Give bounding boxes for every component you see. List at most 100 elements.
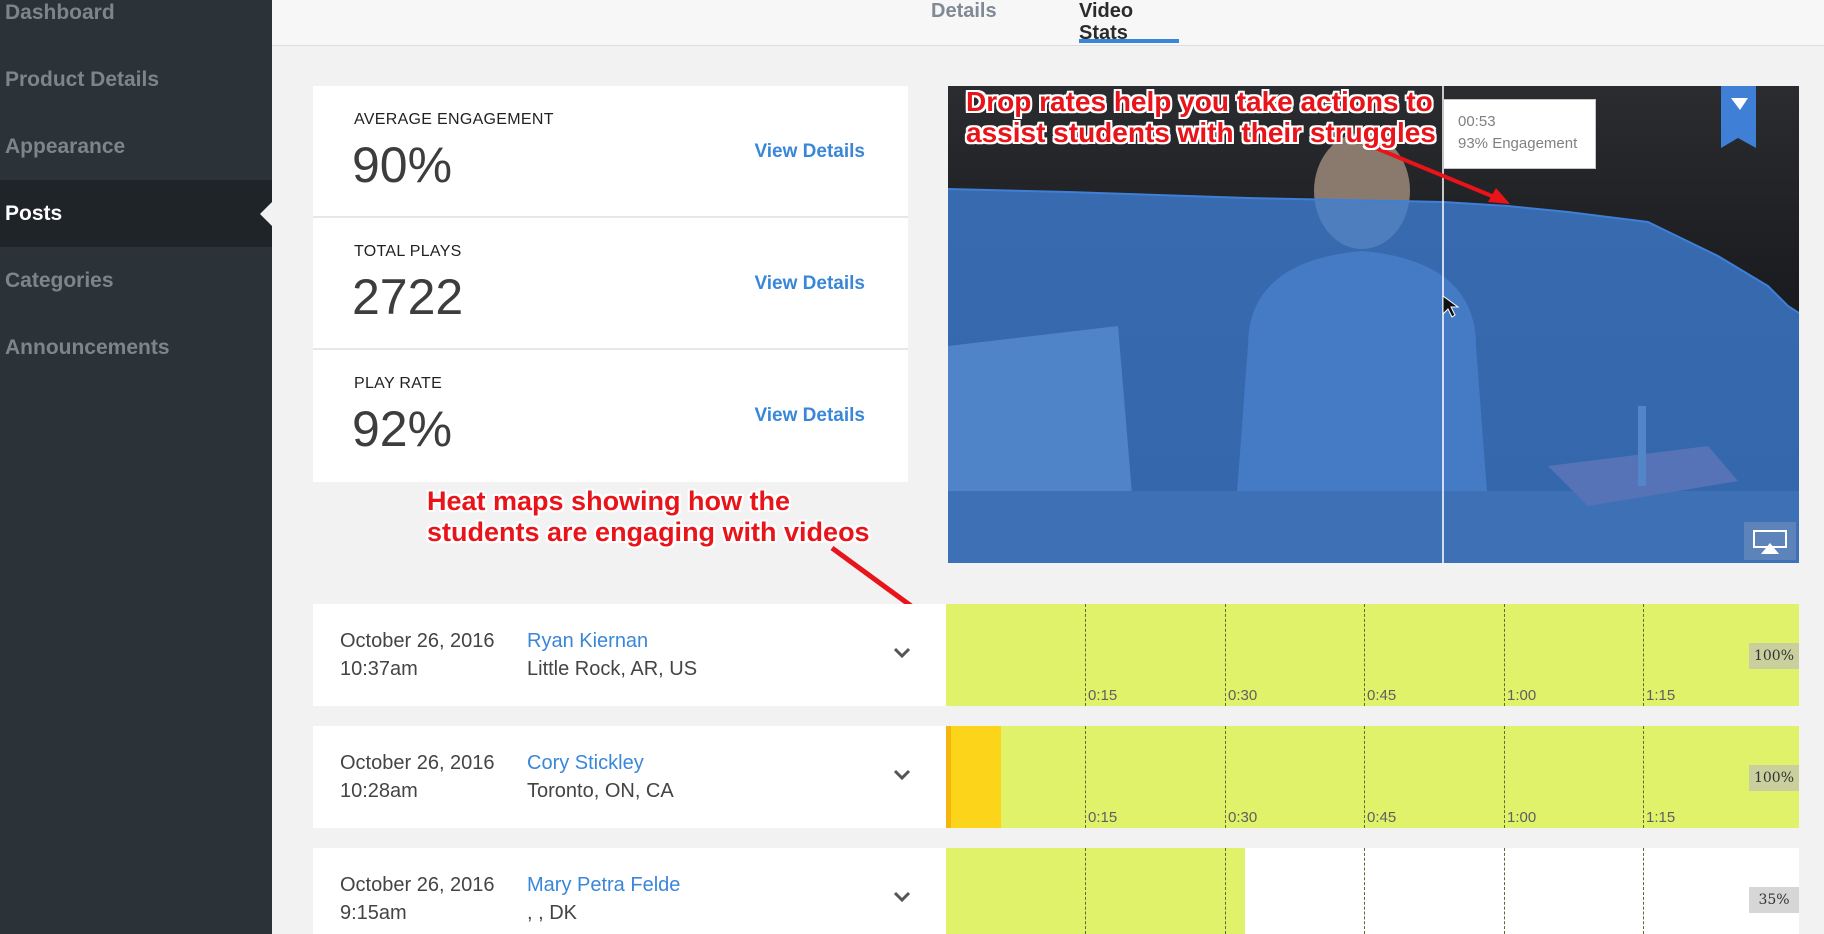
session-datetime: October 26, 2016 10:37am bbox=[340, 627, 495, 683]
heat-maps-line2: students are engaging with videos bbox=[427, 517, 870, 547]
view-details-link[interactable]: View Details bbox=[754, 141, 865, 163]
heatmap-tick-label: 0:30 bbox=[1228, 809, 1258, 826]
chevron-down-icon[interactable] bbox=[891, 886, 913, 908]
sidebar-item-categories[interactable]: Categories bbox=[0, 247, 272, 314]
session-date: October 26, 2016 bbox=[340, 630, 495, 652]
viewer-location: Toronto, ON, CA bbox=[527, 780, 674, 802]
drop-rates-annotation: Drop rates help you take actions to assi… bbox=[966, 86, 1436, 148]
drop-rates-line2: assist students with their struggles bbox=[966, 117, 1436, 148]
session-time: 9:15am bbox=[340, 902, 407, 924]
active-indicator-caret bbox=[260, 202, 272, 226]
heatmap-tick-line bbox=[1504, 604, 1505, 706]
heatmap-bar: 0:15 0:30 0:45 1:00 1:15 100% bbox=[946, 604, 1799, 706]
stat-total-plays: TOTAL PLAYS 2722 View Details bbox=[313, 218, 908, 350]
heatmap-tick-line bbox=[1643, 848, 1644, 934]
sidebar-item-label: Dashboard bbox=[5, 0, 115, 24]
stat-value: 2722 bbox=[352, 269, 464, 325]
view-details-link[interactable]: View Details bbox=[754, 273, 865, 295]
viewer-name-link[interactable]: Ryan Kiernan bbox=[527, 627, 648, 655]
heatmap-bar: 35% bbox=[946, 848, 1799, 934]
heatmap-tick-label: 1:15 bbox=[1646, 809, 1676, 826]
heatmap-tick-label: 1:00 bbox=[1507, 687, 1537, 704]
stat-label: AVERAGE ENGAGEMENT bbox=[354, 111, 554, 128]
session-row[interactable]: October 26, 2016 10:28am Cory Stickley T… bbox=[313, 726, 1799, 828]
session-row[interactable]: October 26, 2016 10:37am Ryan Kiernan Li… bbox=[313, 604, 1799, 706]
sidebar-item-label: Categories bbox=[5, 268, 114, 292]
sidebar-item-posts[interactable]: Posts bbox=[0, 180, 272, 247]
heatmap-tick-label: 0:45 bbox=[1367, 809, 1397, 826]
heatmap-bar: 0:15 0:30 0:45 1:00 1:15 100% bbox=[946, 726, 1799, 828]
heatmap-tick-line bbox=[1504, 726, 1505, 828]
heatmap-rewatch-peak bbox=[946, 726, 951, 828]
heatmap-tick-label: 0:15 bbox=[1088, 809, 1118, 826]
sidebar-item-label: Announcements bbox=[5, 335, 170, 359]
heatmap-tick-label: 0:30 bbox=[1228, 687, 1258, 704]
engagement-graph bbox=[948, 86, 1799, 563]
tab-video-stats-label: Video Stats bbox=[1079, 0, 1134, 44]
heatmap-tick-line bbox=[1643, 604, 1644, 706]
heat-maps-line1: Heat maps showing how the bbox=[427, 486, 791, 516]
sidebar-item-product-details[interactable]: Product Details bbox=[0, 46, 272, 113]
heatmap-tick-line bbox=[1364, 726, 1365, 828]
session-date: October 26, 2016 bbox=[340, 874, 495, 896]
session-datetime: October 26, 2016 10:28am bbox=[340, 749, 495, 805]
completion-percent-badge: 100% bbox=[1749, 643, 1799, 669]
tab-details[interactable]: Details bbox=[931, 0, 997, 45]
video-player[interactable]: 00:53 93% Engagement Drop rates help you… bbox=[948, 86, 1799, 563]
heatmap-tick-line bbox=[1225, 726, 1226, 828]
tab-details-label: Details bbox=[931, 0, 997, 22]
drop-rates-line1: Drop rates help you take actions to bbox=[966, 86, 1433, 117]
tab-video-stats[interactable]: Video Stats bbox=[1079, 0, 1179, 45]
completion-percent-badge: 35% bbox=[1749, 887, 1799, 913]
sidebar-item-label: Product Details bbox=[5, 67, 160, 91]
completion-percent-badge: 100% bbox=[1749, 765, 1799, 791]
session-time: 10:28am bbox=[340, 780, 418, 802]
stat-label: TOTAL PLAYS bbox=[354, 243, 462, 260]
heatmap-tick-label: 1:15 bbox=[1646, 687, 1676, 704]
session-date: October 26, 2016 bbox=[340, 752, 495, 774]
stat-value: 92% bbox=[352, 401, 453, 457]
heatmap-tick-line bbox=[1225, 604, 1226, 706]
sidebar-item-appearance[interactable]: Appearance bbox=[0, 113, 272, 180]
chevron-down-icon[interactable] bbox=[891, 642, 913, 664]
sidebar-item-dashboard[interactable]: Dashboard bbox=[0, 0, 272, 46]
sidebar-item-label: Posts bbox=[5, 201, 63, 225]
tooltip-time: 00:53 bbox=[1458, 113, 1496, 130]
viewer-name-link[interactable]: Cory Stickley bbox=[527, 749, 644, 777]
heatmap-fill bbox=[946, 848, 1245, 934]
viewer-location: Little Rock, AR, US bbox=[527, 658, 698, 680]
stat-label: PLAY RATE bbox=[354, 375, 443, 392]
heatmap-tick-line bbox=[1504, 848, 1505, 934]
heat-maps-annotation: Heat maps showing how the students are e… bbox=[427, 486, 870, 548]
session-time: 10:37am bbox=[340, 658, 418, 680]
heatmap-tick-line bbox=[1643, 726, 1644, 828]
heatmap-rewatch-segment bbox=[946, 726, 1001, 828]
heatmap-tick-line bbox=[1364, 848, 1365, 934]
chevron-down-icon[interactable] bbox=[891, 764, 913, 786]
viewer-location: , , DK bbox=[527, 902, 578, 924]
engagement-tooltip: 00:53 93% Engagement bbox=[1443, 99, 1596, 169]
viewer-name-link[interactable]: Mary Petra Felde bbox=[527, 871, 680, 899]
bookmark-icon[interactable] bbox=[1721, 86, 1756, 148]
view-details-link[interactable]: View Details bbox=[754, 405, 865, 427]
airplay-icon[interactable] bbox=[1744, 522, 1796, 560]
session-row[interactable]: October 26, 2016 9:15am Mary Petra Felde… bbox=[313, 848, 1799, 934]
heatmap-tick-line bbox=[1225, 848, 1226, 934]
stat-play-rate: PLAY RATE 92% View Details bbox=[313, 350, 908, 482]
heatmap-tick-label: 1:00 bbox=[1507, 809, 1537, 826]
stats-card: AVERAGE ENGAGEMENT 90% View Details TOTA… bbox=[313, 86, 908, 482]
heatmap-tick-label: 0:15 bbox=[1088, 687, 1118, 704]
active-tab-underline bbox=[1079, 39, 1179, 43]
session-datetime: October 26, 2016 9:15am bbox=[340, 871, 495, 927]
engagement-area bbox=[948, 189, 1799, 563]
heatmap-tick-line bbox=[1085, 848, 1086, 934]
tooltip-engagement: 93% Engagement bbox=[1458, 135, 1578, 152]
heatmap-tick-label: 0:45 bbox=[1367, 687, 1397, 704]
tab-bar: Details Video Stats bbox=[272, 0, 1824, 46]
sidebar-item-label: Appearance bbox=[5, 134, 126, 158]
sidebar: Dashboard Product Details Appearance Pos… bbox=[0, 0, 272, 934]
heatmap-tick-line bbox=[1085, 604, 1086, 706]
sidebar-item-announcements[interactable]: Announcements bbox=[0, 314, 272, 381]
stat-value: 90% bbox=[352, 137, 453, 193]
heatmap-tick-line bbox=[1364, 604, 1365, 706]
